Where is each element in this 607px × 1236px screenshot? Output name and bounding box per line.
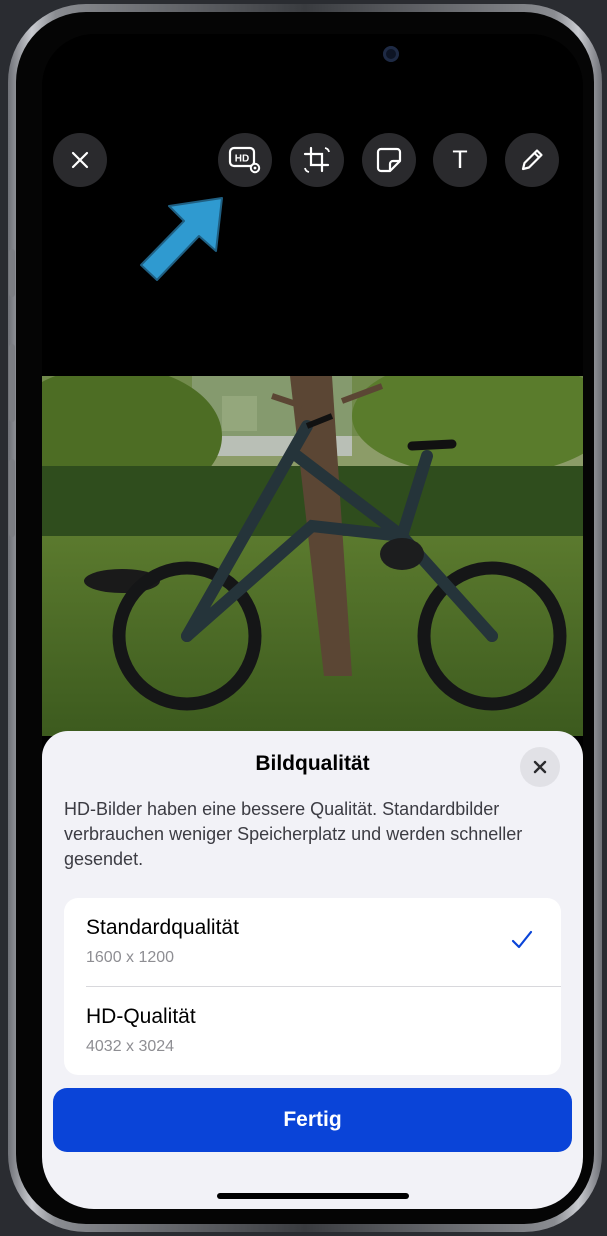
option-label: HD-Qualität bbox=[86, 1005, 196, 1028]
text-icon: T bbox=[452, 145, 468, 174]
svg-text:HD: HD bbox=[235, 154, 249, 165]
text-tool-button[interactable]: T bbox=[433, 133, 487, 187]
option-resolution: 1600 x 1200 bbox=[86, 949, 175, 966]
close-button[interactable] bbox=[53, 133, 107, 187]
quality-options: Standardqualität 1600 x 1200 HD-Qualität… bbox=[64, 898, 561, 1075]
pencil-icon bbox=[521, 149, 543, 171]
volume-down-button bbox=[9, 459, 15, 537]
close-icon bbox=[533, 760, 547, 774]
action-button bbox=[9, 249, 15, 297]
sheet-description: HD-Bilder haben eine bessere Qualität. S… bbox=[64, 799, 523, 869]
option-label: Standardqualität bbox=[86, 916, 239, 939]
crop-rotate-button[interactable] bbox=[290, 133, 344, 187]
photo-preview bbox=[42, 376, 583, 736]
volume-up-button bbox=[9, 344, 15, 422]
notch bbox=[200, 34, 428, 84]
hd-quality-button[interactable]: HD bbox=[218, 133, 272, 187]
sticker-button[interactable] bbox=[362, 133, 416, 187]
option-standard-quality[interactable]: Standardqualität 1600 x 1200 bbox=[64, 898, 561, 987]
highlight-arrow bbox=[140, 197, 223, 281]
crop-rotate-icon bbox=[303, 146, 330, 173]
done-button[interactable]: Fertig bbox=[53, 1088, 572, 1152]
draw-button[interactable] bbox=[505, 133, 559, 187]
image-quality-sheet: Bildqualität HD-Bilder haben eine besser… bbox=[42, 731, 583, 1209]
hd-quality-icon: HD bbox=[228, 146, 261, 174]
option-resolution: 4032 x 3024 bbox=[86, 1038, 175, 1055]
checkmark-icon bbox=[511, 930, 533, 949]
sheet-close-button[interactable] bbox=[520, 747, 560, 787]
screen: HD T Bildqualität HD-Bilder haben eine b… bbox=[42, 34, 583, 1209]
sheet-title: Bildqualität bbox=[255, 752, 370, 775]
sticker-icon bbox=[376, 147, 402, 173]
front-camera bbox=[383, 46, 399, 62]
option-hd-quality[interactable]: HD-Qualität 4032 x 3024 bbox=[64, 987, 561, 1075]
close-icon bbox=[71, 151, 89, 169]
home-indicator bbox=[217, 1193, 409, 1199]
